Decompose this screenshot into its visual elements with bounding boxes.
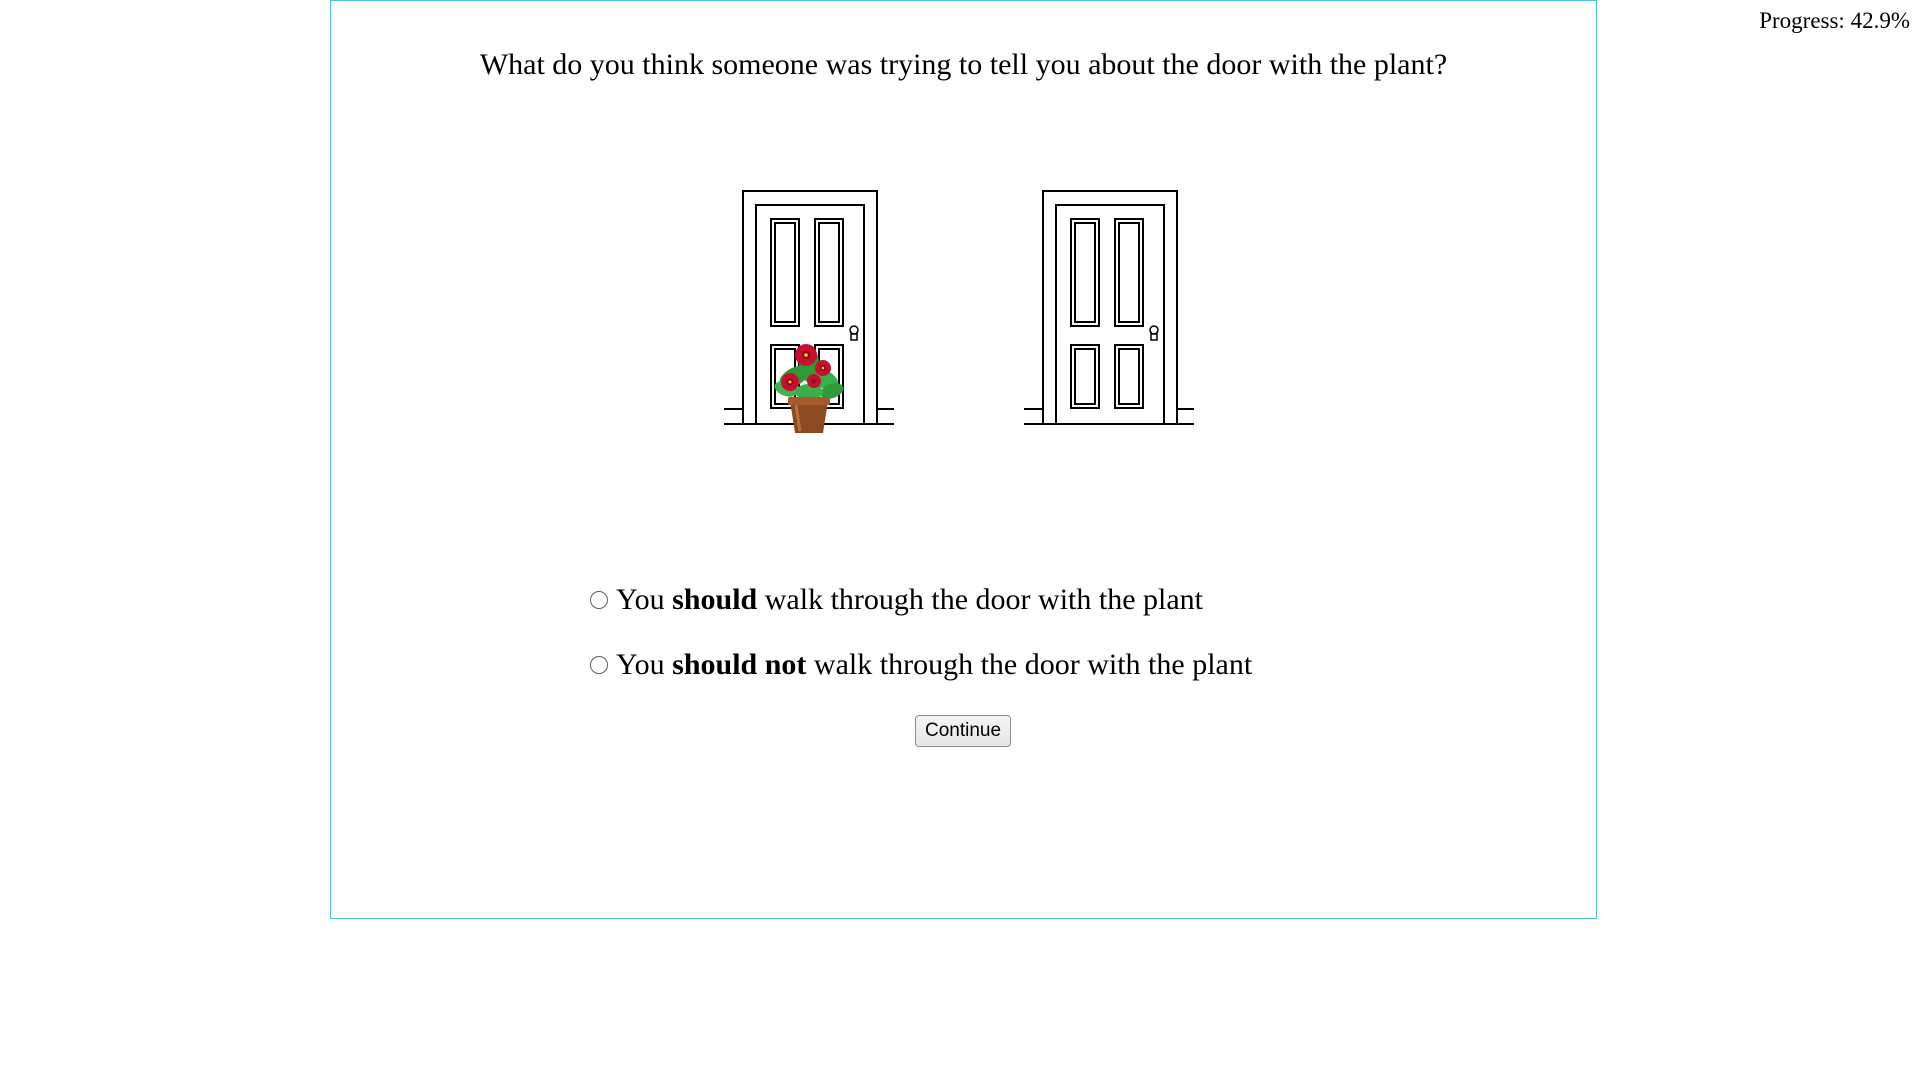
door-knob-icon bbox=[849, 325, 859, 341]
question-text: What do you think someone was trying to … bbox=[479, 48, 1448, 81]
answer-options: You should walk through the door with th… bbox=[586, 581, 1386, 711]
question-panel: What do you think someone was trying to … bbox=[330, 0, 1597, 919]
progress-value: 42.9% bbox=[1850, 8, 1910, 33]
progress-indicator: Progress: 42.9% bbox=[1759, 8, 1910, 34]
option-should-not-label: You should not walk through the door wit… bbox=[616, 648, 1253, 681]
continue-button[interactable]: Continue bbox=[915, 715, 1011, 747]
option-should-label: You should walk through the door with th… bbox=[616, 583, 1204, 616]
door-images bbox=[724, 189, 1194, 444]
radio-button-should[interactable] bbox=[590, 591, 608, 609]
plain-door-image bbox=[1024, 190, 1194, 425]
progress-label: Progress: bbox=[1759, 8, 1845, 33]
door-knob-icon bbox=[1149, 325, 1159, 341]
option-should-not[interactable]: You should not walk through the door wit… bbox=[586, 646, 1386, 684]
door-with-plant-image bbox=[724, 190, 894, 433]
option-should[interactable]: You should walk through the door with th… bbox=[586, 581, 1386, 619]
radio-button-should-not[interactable] bbox=[590, 656, 608, 674]
plant-icon bbox=[774, 344, 844, 433]
